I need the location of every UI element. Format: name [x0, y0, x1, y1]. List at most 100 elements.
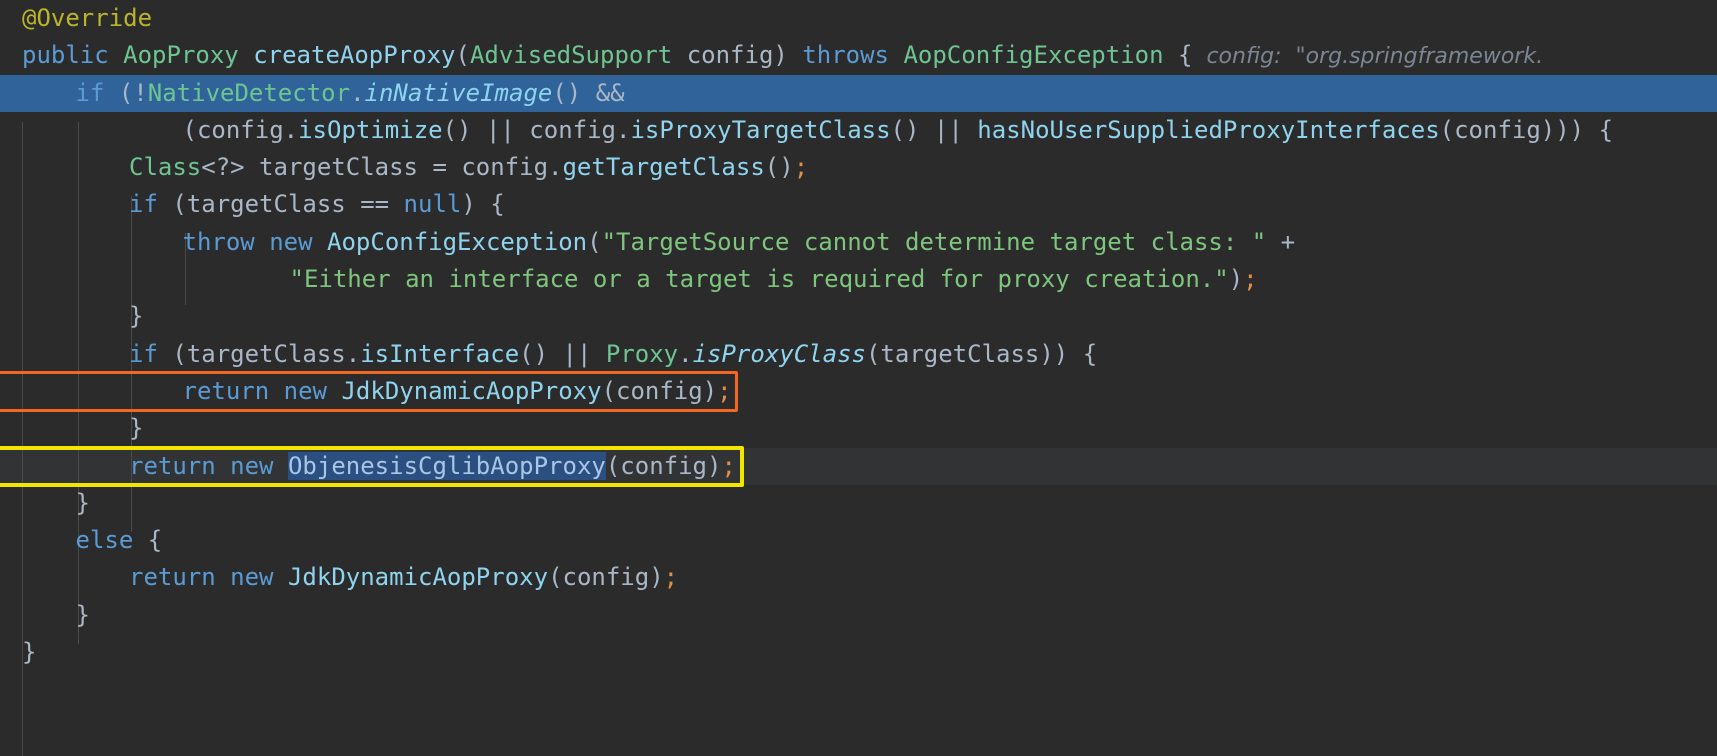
code-token: ; [663, 563, 679, 592]
code-line-text: return new JdkDynamicAopProxy(config); [0, 373, 732, 410]
code-token: . [678, 339, 693, 368]
code-token: } [22, 638, 37, 667]
code-token: throws [802, 41, 889, 70]
code-line[interactable]: if (!NativeDetector.inNativeImage() && [0, 74, 1717, 112]
code-token: hasNoUserSuppliedProxyInterfaces [977, 115, 1440, 144]
code-token: (config) [601, 376, 718, 405]
code-line[interactable]: return new JdkDynamicAopProxy(config); [0, 559, 1717, 596]
code-line[interactable]: } [0, 597, 1717, 634]
code-line-text: } [0, 634, 36, 671]
code-line[interactable]: (config.isOptimize() || config.isProxyTa… [0, 112, 1717, 149]
code-line-text: } [0, 298, 143, 335]
code-token: return [129, 451, 216, 480]
code-token: () [519, 339, 563, 368]
code-token: isOptimize [298, 115, 443, 144]
code-token: (targetClass)) { [865, 339, 1098, 368]
code-token: NativeDetector [147, 78, 351, 107]
code-token: () [890, 115, 934, 144]
code-token: || [933, 115, 963, 144]
code-token: AopConfigException [327, 227, 588, 256]
code-token: || [485, 115, 515, 144]
code-token: + [1266, 227, 1296, 256]
code-token: "TargetSource cannot determine target cl… [601, 227, 1267, 256]
code-lines: @Override public AopProxy createAopProxy(… [0, 0, 1717, 671]
code-token: Proxy [605, 339, 679, 368]
code-token: return [182, 376, 270, 405]
code-token: ; [793, 153, 809, 182]
code-line-text: public AopProxy createAopProxy(AdvisedSu… [0, 37, 1543, 75]
code-line-text: "Either an interface or a target is requ… [0, 261, 1258, 298]
code-line[interactable]: Class<?> targetClass = config.getTargetC… [0, 149, 1717, 186]
code-line-text: @Override [0, 0, 152, 37]
code-token: } [75, 488, 90, 517]
code-token: if [129, 190, 158, 219]
code-token: ObjenesisCglibAopProxy [287, 451, 606, 480]
code-line[interactable]: } [0, 485, 1717, 522]
code-token: @Override [22, 4, 153, 32]
code-line-text: } [0, 485, 90, 522]
code-token: } [129, 414, 144, 443]
code-token: createAopProxy [253, 41, 456, 70]
code-token: () && [552, 78, 625, 107]
code-token: } [75, 600, 90, 629]
code-token: if [75, 78, 105, 107]
inline-parameter-hint: config: "org.springframework. [1192, 44, 1544, 70]
code-token: ; [1243, 265, 1258, 294]
code-line-text: throw new AopConfigException("TargetSour… [0, 224, 1296, 261]
code-line-text: if (targetClass == null) { [0, 186, 505, 223]
code-line[interactable]: if (targetClass == null) { [0, 186, 1717, 223]
code-token: { [133, 526, 163, 555]
code-line[interactable]: if (targetClass.isInterface() || Proxy.i… [0, 336, 1717, 373]
code-token: ; [717, 376, 732, 405]
code-token: config. [514, 115, 631, 144]
code-line[interactable]: @Override [0, 0, 1717, 37]
code-line-text: Class<?> targetClass = config.getTargetC… [0, 149, 808, 186]
code-editor[interactable]: @Override public AopProxy createAopProxy(… [0, 0, 1717, 756]
code-line-text: } [0, 410, 143, 447]
code-token: AopProxy [123, 41, 239, 70]
code-token: ) { [461, 190, 505, 219]
code-line[interactable]: } [0, 298, 1717, 335]
code-token: (! [104, 78, 148, 107]
code-line-text: return new JdkDynamicAopProxy(config); [0, 559, 678, 596]
code-token: null [403, 190, 462, 219]
code-token: } [129, 302, 144, 331]
code-token: JdkDynamicAopProxy [287, 563, 549, 592]
code-token: new [269, 227, 313, 256]
code-line[interactable]: public AopProxy createAopProxy(AdvisedSu… [0, 37, 1717, 74]
code-token: (config) [548, 563, 664, 592]
code-token: isProxyTargetClass [630, 115, 891, 144]
code-token: return [129, 563, 216, 592]
code-token: config) [672, 41, 803, 70]
code-line[interactable]: throw new AopConfigException("TargetSour… [0, 224, 1717, 261]
code-token: . [350, 78, 365, 107]
code-token: ) [1228, 265, 1244, 294]
code-token: throw [182, 227, 255, 256]
code-token: (targetClass == [157, 190, 404, 219]
code-token: AopConfigException [903, 41, 1164, 70]
code-line[interactable]: else { [0, 522, 1717, 559]
code-token: ; [721, 451, 736, 480]
code-token: || [562, 339, 592, 368]
code-line[interactable]: } [0, 634, 1717, 671]
code-line[interactable]: return new ObjenesisCglibAopProxy(config… [0, 447, 1717, 485]
code-token: Class [129, 153, 202, 182]
code-line[interactable]: } [0, 410, 1717, 447]
code-surface[interactable]: @Override public AopProxy createAopProxy(… [0, 0, 1717, 756]
code-line-text: if (targetClass.isInterface() || Proxy.i… [0, 336, 1097, 373]
code-line[interactable]: return new JdkDynamicAopProxy(config); [0, 373, 1717, 410]
code-token: () [442, 115, 486, 144]
code-token: new [230, 451, 274, 480]
code-line[interactable]: "Either an interface or a target is requ… [0, 261, 1717, 298]
code-line-text: return new ObjenesisCglibAopProxy(config… [0, 448, 736, 485]
code-token: new [283, 376, 328, 405]
